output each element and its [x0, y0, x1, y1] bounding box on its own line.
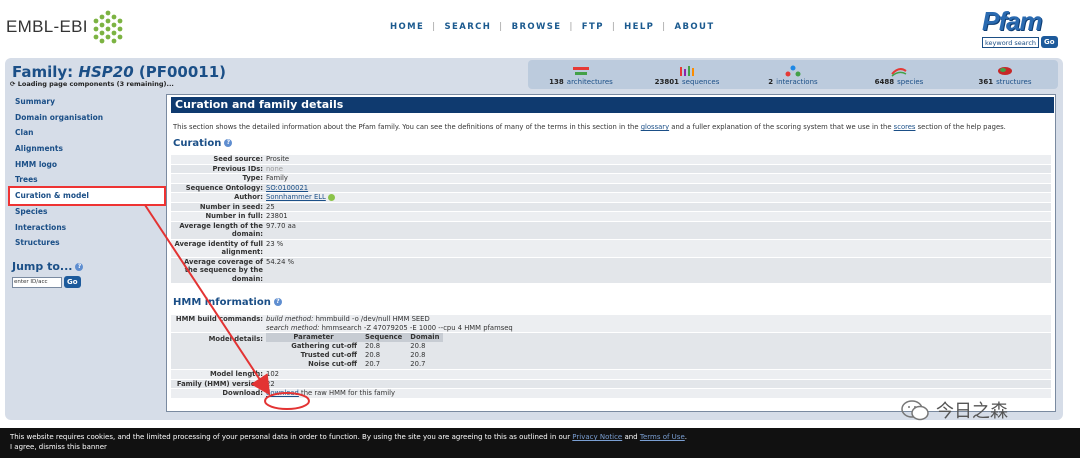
jump-to-input[interactable]: enter ID/acc [12, 276, 62, 288]
terms-of-use-link[interactable]: Terms of Use [640, 433, 685, 441]
download-hmm-link[interactable]: download [266, 389, 299, 397]
stat-architectures[interactable]: 138 architectures [528, 60, 634, 89]
table-row: Type: Family [171, 174, 1051, 184]
architectures-icon [573, 67, 589, 75]
embl-hexagon-icon [93, 10, 123, 44]
table-row: Number in full: 23801 [171, 212, 1051, 222]
nav-about[interactable]: ABOUT [675, 22, 715, 32]
table-row: Average identity of full alignment: 23 % [171, 239, 1051, 258]
pfam-logo[interactable]: Pfam keyword search Go [982, 8, 1062, 48]
nav-ftp[interactable]: FTP [582, 22, 604, 32]
sidebar-item-trees[interactable]: Trees [10, 172, 166, 188]
wechat-icon [901, 400, 929, 421]
intro-text: This section shows the detailed informat… [173, 123, 1006, 131]
page-title: Family: HSP20 (PF00011) [12, 63, 226, 81]
author-link[interactable]: Sonnhammer ELL [266, 193, 326, 201]
table-row: Model length: 102 [171, 370, 1051, 380]
sidebar-item-summary[interactable]: Summary [10, 94, 166, 110]
interactions-icon [785, 65, 801, 77]
jump-to-go-button[interactable]: Go [64, 276, 81, 288]
panel-title: Curation and family details [171, 97, 1054, 113]
sidebar-item-domain-organisation[interactable]: Domain organisation [10, 110, 166, 126]
nav-search[interactable]: SEARCH [444, 22, 491, 32]
species-icon [891, 68, 907, 77]
help-icon[interactable]: ? [273, 298, 282, 306]
loading-status: ⟳ Loading page components (3 remaining).… [10, 80, 174, 88]
nav-help[interactable]: HELP [624, 22, 654, 32]
curation-table: Seed source: Prosite Previous IDs: none Ty… [171, 155, 1051, 284]
table-row: Sequence Ontology: SO:0100021 [171, 183, 1051, 193]
sidebar-item-curation-model[interactable]: Curation & model [8, 186, 166, 206]
nav-home[interactable]: HOME [390, 22, 424, 32]
sidebar-item-structures[interactable]: Structures [10, 235, 166, 251]
sequences-icon [680, 66, 694, 76]
sidebar-item-species[interactable]: Species [10, 204, 166, 220]
table-row: Seed source: Prosite [171, 155, 1051, 165]
stat-sequences[interactable]: 23801 sequences [634, 60, 740, 89]
table-row: Previous IDs: none [171, 164, 1051, 174]
sidebar-item-alignments[interactable]: Alignments [10, 141, 166, 157]
nav-browse[interactable]: BROWSE [512, 22, 562, 32]
hmm-table: HMM build commands: build method: hmmbui… [171, 315, 1051, 399]
top-nav: HOME | SEARCH | BROWSE | FTP | HELP | ABOUT [390, 22, 715, 32]
pfam-logo-text: Pfam [982, 6, 1043, 36]
glossary-link[interactable]: glossary [641, 123, 669, 131]
sidebar-item-hmm-logo[interactable]: HMM logo [10, 157, 166, 173]
sidebar-item-clan[interactable]: Clan [10, 125, 166, 141]
help-icon[interactable]: ? [75, 263, 84, 271]
watermark-text: 今日之森 [936, 401, 1008, 422]
top-bar: EMBL-EBI HOME | SEARCH | BROWSE | FTP | HELP… [0, 0, 1080, 58]
table-row: Family (HMM) version: 22 [171, 379, 1051, 389]
table-row: Model details: Parameter Sequence Domain G… [171, 333, 1051, 370]
dismiss-cookie-banner[interactable]: I agree, dismiss this banner [10, 442, 1070, 452]
privacy-notice-link[interactable]: Privacy Notice [572, 433, 622, 441]
table-row: HMM build commands: build method: hmmbui… [171, 315, 1051, 333]
structures-icon [998, 67, 1012, 75]
cookie-banner: This website requires cookies, and the l… [0, 428, 1080, 458]
help-icon[interactable]: ? [224, 139, 233, 147]
scores-link[interactable]: scores [894, 123, 916, 131]
stat-structures[interactable]: 361 structures [952, 60, 1058, 89]
stat-species[interactable]: 6488 species [846, 60, 952, 89]
sidebar: Summary Domain organisation Clan Alignme… [8, 94, 166, 251]
cutoff-table: Parameter Sequence Domain Gathering cut-of… [266, 333, 444, 369]
sidebar-item-interactions[interactable]: Interactions [10, 220, 166, 236]
keyword-search-input[interactable]: keyword search [982, 36, 1040, 48]
table-row: Average length of the domain: 97.70 aa [171, 221, 1051, 240]
table-row: Number in seed: 25 [171, 202, 1051, 212]
table-row: Author: Sonnhammer ELL [171, 193, 1051, 203]
stats-bar: 138 architectures 23801 sequences 2 interac… [528, 60, 1058, 89]
orcid-icon[interactable] [327, 193, 335, 201]
curation-heading: Curation? [173, 138, 233, 149]
table-row: Average coverage of the sequence by the … [171, 257, 1051, 284]
watermark: 今日之森 [900, 397, 1008, 423]
keyword-search-go-button[interactable]: Go [1041, 36, 1058, 48]
jump-to-form: enter ID/acc Go [12, 276, 81, 288]
main-panel: Curation and family details This section… [166, 94, 1056, 412]
embl-ebi-text: EMBL-EBI [6, 17, 88, 36]
hmm-heading: HMM information? [173, 297, 282, 308]
sequence-ontology-link[interactable]: SO:0100021 [266, 184, 308, 192]
stat-interactions[interactable]: 2 interactions [740, 60, 846, 89]
embl-ebi-logo[interactable]: EMBL-EBI [6, 10, 124, 44]
family-name: HSP20 [78, 63, 134, 81]
jump-to-heading: Jump to...? [12, 260, 84, 273]
